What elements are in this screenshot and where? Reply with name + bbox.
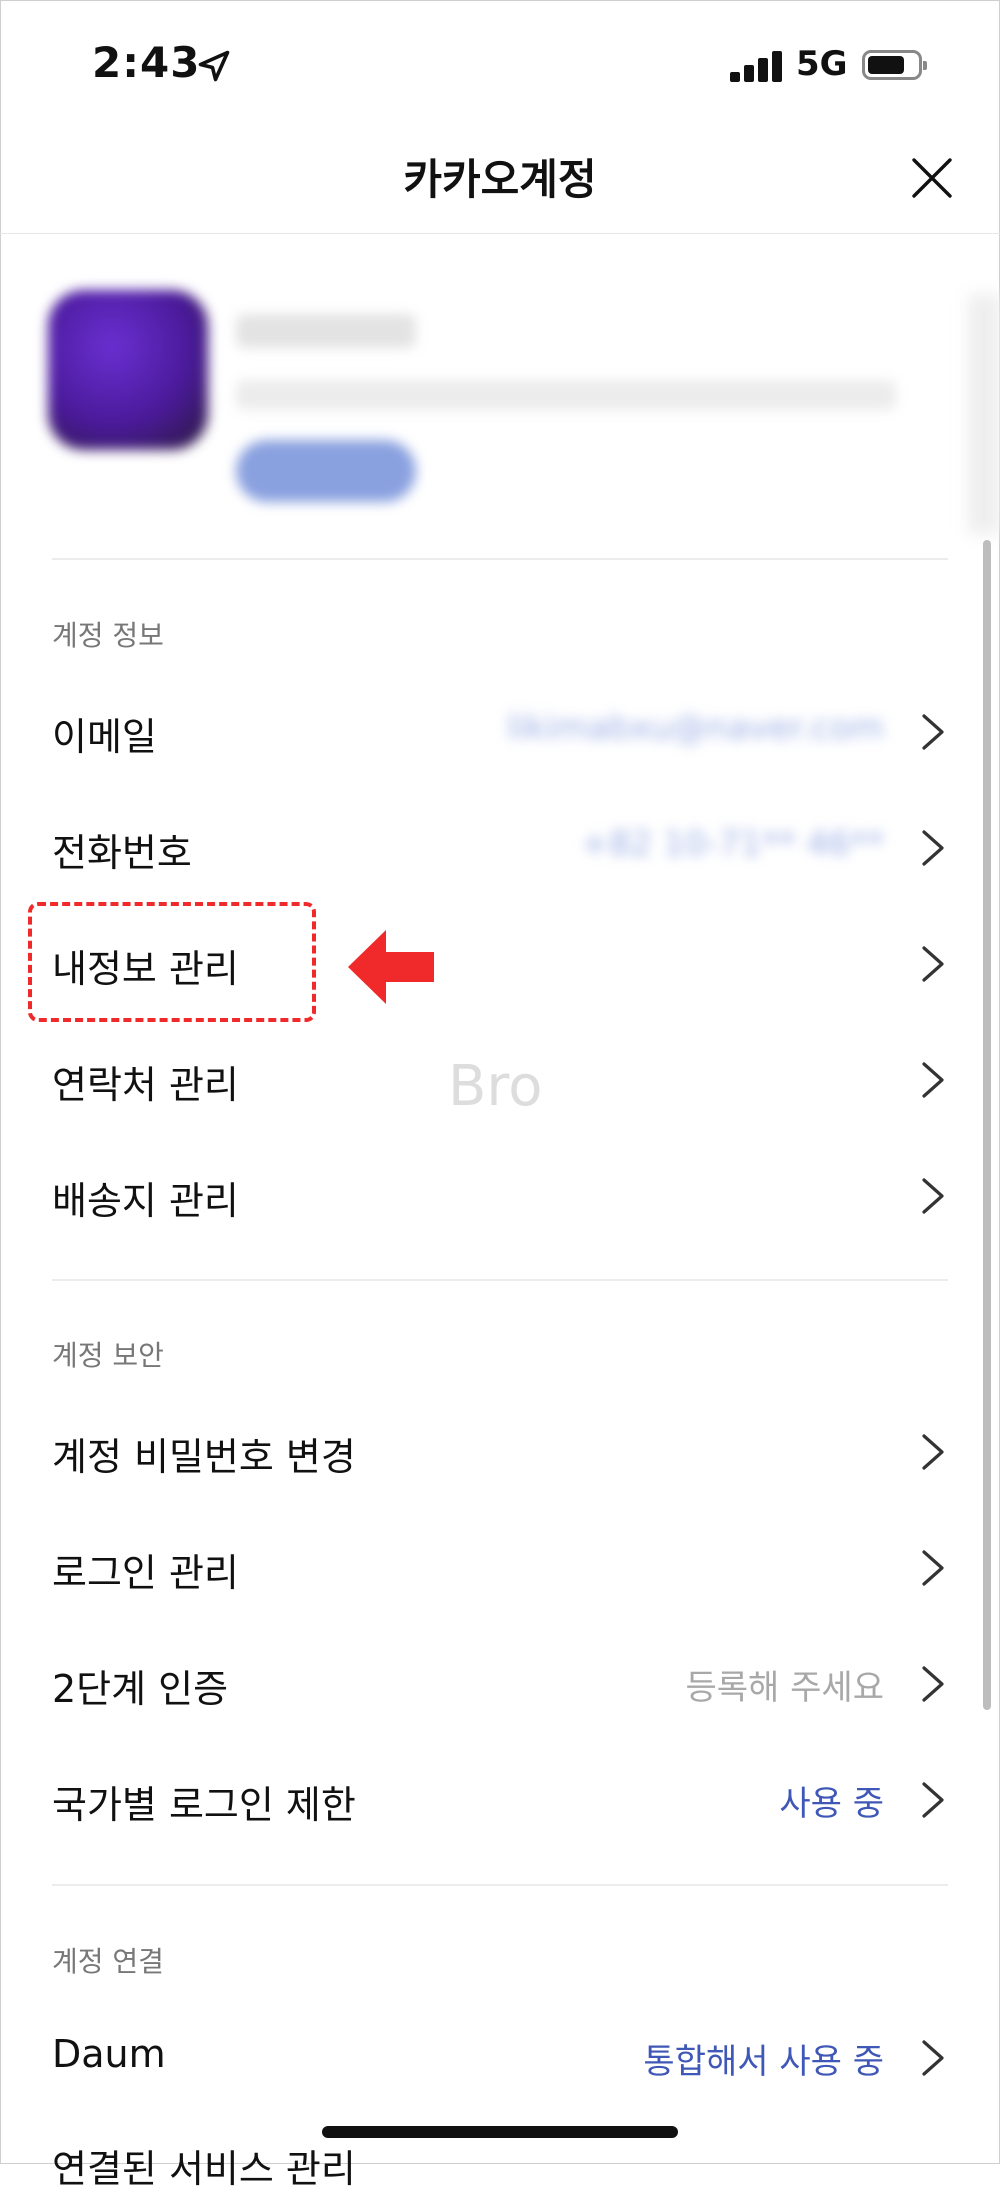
chevron-right-icon bbox=[922, 714, 944, 750]
chevron-right-icon bbox=[922, 830, 944, 866]
row-email[interactable]: 이메일 likimabxu@naver.com bbox=[0, 674, 1000, 790]
watermark: Bro bbox=[448, 1054, 543, 1119]
section-title-account-security: 계정 보안 bbox=[52, 1339, 164, 1372]
profile-badge-blurred[interactable] bbox=[236, 440, 416, 502]
row-label: 로그인 관리 bbox=[52, 1551, 239, 1595]
row-value-blurred: likimabxu@naver.com bbox=[507, 708, 884, 748]
profile-card[interactable] bbox=[0, 234, 1000, 560]
row-change-password[interactable]: 계정 비밀번호 변경 bbox=[0, 1394, 1000, 1510]
row-label: 전화번호 bbox=[52, 831, 192, 875]
section-divider bbox=[52, 558, 948, 560]
row-label: 배송지 관리 bbox=[52, 1179, 239, 1223]
chevron-right-icon bbox=[922, 1434, 944, 1470]
avatar[interactable] bbox=[48, 290, 208, 450]
home-indicator[interactable] bbox=[322, 2126, 678, 2138]
red-arrow-icon bbox=[348, 930, 434, 1004]
row-phone[interactable]: 전화번호 +82 10-71** 46** bbox=[0, 790, 1000, 906]
chevron-right-icon bbox=[922, 1062, 944, 1098]
row-shipping[interactable]: 배송지 관리 bbox=[0, 1138, 1000, 1254]
profile-email-blurred bbox=[236, 380, 896, 410]
next-card-edge bbox=[968, 294, 1000, 534]
chevron-right-icon bbox=[922, 1178, 944, 1214]
row-country-login-limit[interactable]: 국가별 로그인 제한 사용 중 bbox=[0, 1742, 1000, 1858]
profile-name-blurred bbox=[236, 314, 416, 348]
section-divider bbox=[52, 1279, 948, 1281]
row-label: 국가별 로그인 제한 bbox=[52, 1783, 356, 1827]
scrollbar[interactable] bbox=[983, 540, 991, 1710]
status-time: 2:43 bbox=[92, 38, 201, 87]
section-title-account-info: 계정 정보 bbox=[52, 619, 164, 652]
row-value-blurred: +82 10-71** 46** bbox=[580, 824, 884, 864]
chevron-right-icon bbox=[922, 1666, 944, 1702]
row-daum[interactable]: Daum 통합해서 사용 중 bbox=[0, 2000, 1000, 2116]
row-label: Daum bbox=[52, 2032, 166, 2076]
row-connected-services-partial[interactable]: 연결된 서비스 관리 bbox=[52, 2138, 356, 2193]
chevron-right-icon bbox=[922, 2040, 944, 2076]
row-label: 계정 비밀번호 변경 bbox=[52, 1435, 356, 1479]
chevron-right-icon bbox=[922, 1550, 944, 1586]
location-arrow-icon bbox=[198, 50, 230, 82]
row-two-step-auth[interactable]: 2단계 인증 등록해 주세요 bbox=[0, 1626, 1000, 1742]
row-value: 통합해서 사용 중 bbox=[643, 2042, 884, 2082]
close-icon[interactable] bbox=[906, 152, 958, 204]
row-value: 사용 중 bbox=[779, 1784, 884, 1824]
row-value: 등록해 주세요 bbox=[685, 1668, 885, 1708]
chevron-right-icon bbox=[922, 1782, 944, 1818]
signal-icon bbox=[730, 50, 782, 82]
section-title-account-link: 계정 연결 bbox=[52, 1945, 164, 1978]
row-login-management[interactable]: 로그인 관리 bbox=[0, 1510, 1000, 1626]
chevron-right-icon bbox=[922, 946, 944, 982]
row-label: 연락처 관리 bbox=[52, 1063, 239, 1107]
network-type: 5G bbox=[796, 44, 848, 84]
battery-icon bbox=[862, 50, 927, 80]
section-divider bbox=[52, 1884, 948, 1886]
highlight-box bbox=[28, 902, 316, 1022]
page-title: 카카오계정 bbox=[403, 155, 597, 204]
row-label: 2단계 인증 bbox=[52, 1667, 229, 1711]
row-label: 이메일 bbox=[52, 715, 157, 759]
